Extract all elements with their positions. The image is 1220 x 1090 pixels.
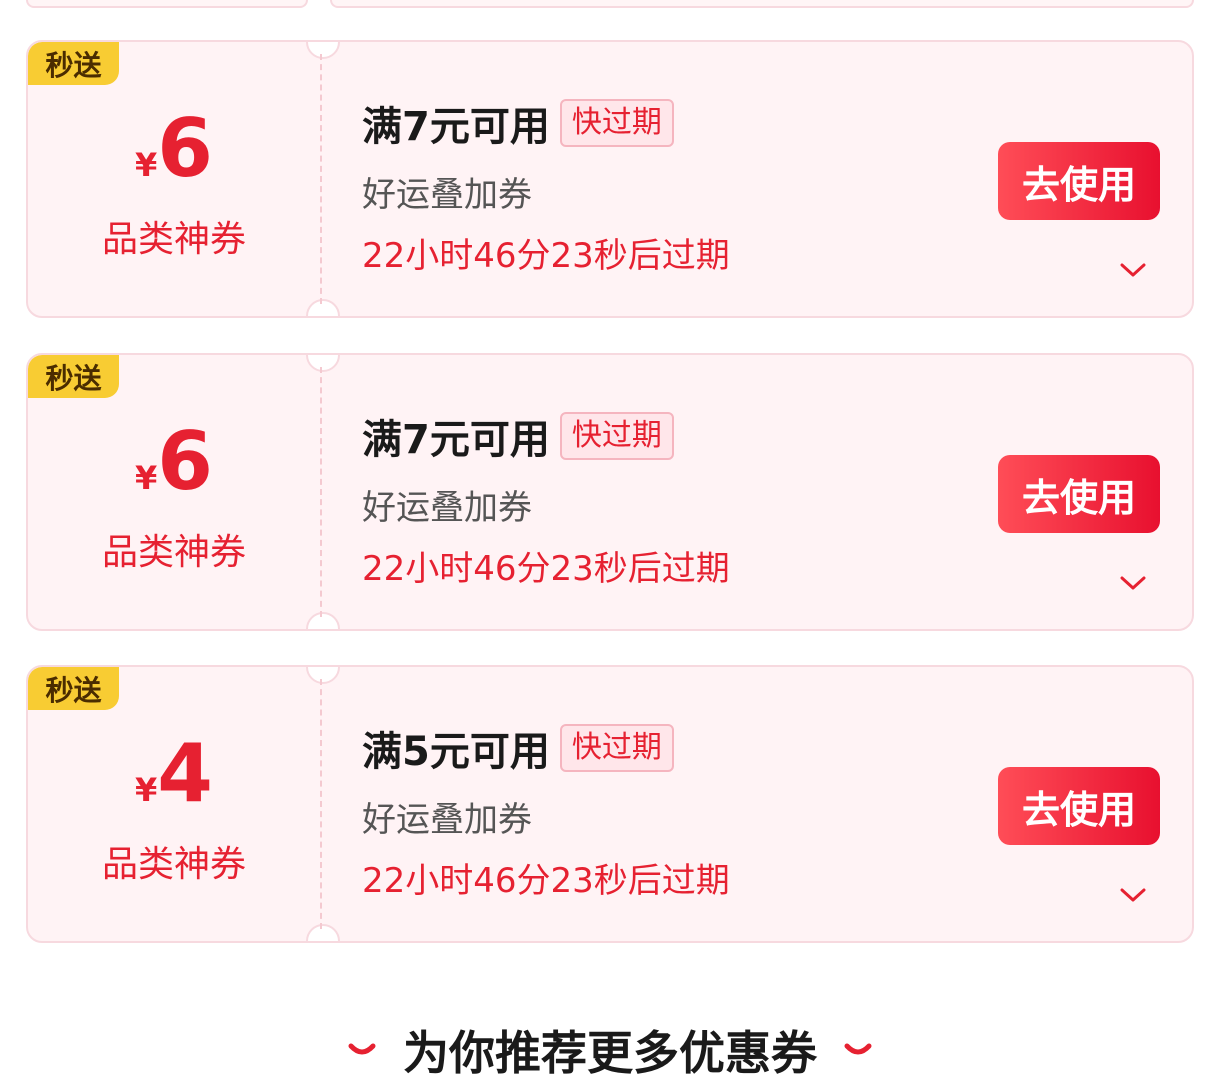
ticket-notch-bottom [306,299,340,316]
dashed-divider [320,679,322,929]
expiry-countdown: 22小时46分23秒后过期 [362,861,730,901]
dashed-divider [320,367,322,617]
currency-symbol: ¥ [135,146,158,184]
amount-value: 4 [157,727,213,820]
coupon-amount: ¥6 [28,104,320,194]
dashed-divider [320,54,322,304]
previous-coupon-right-stub [330,0,1194,8]
coupon-tag: 秒送 [28,42,119,85]
use-coupon-button[interactable]: 去使用 [998,455,1160,533]
chevron-down-icon[interactable] [1118,885,1148,905]
chevron-down-icon[interactable] [1118,573,1148,593]
ticket-notch-top [306,42,340,59]
coupon-title-row: 满7元可用 快过期 [362,94,674,152]
coupon-condition: 满7元可用 [362,417,550,463]
chevron-down-icon[interactable] [1118,260,1148,280]
amount-value: 6 [157,102,213,195]
ticket-notch-top [306,355,340,372]
coupon-amount: ¥6 [28,417,320,507]
expiring-badge: 快过期 [559,724,674,772]
coupon-card: 秒送 ¥6 品类神券 满7元可用 快过期 好运叠加券 22小时46分23秒后过期… [26,40,1194,318]
coupon-type: 好运叠加券 [362,175,532,215]
coupon-category: 品类神券 [101,844,246,885]
expiry-countdown: 22小时46分23秒后过期 [362,549,730,589]
coupon-amount: ¥4 [28,729,320,819]
ticket-notch-top [306,667,340,684]
coupon-condition: 满7元可用 [362,104,550,150]
recommend-section-header: 为你推荐更多优惠券 [0,1020,1220,1080]
coupon-card: 秒送 ¥6 品类神券 满7元可用 快过期 好运叠加券 22小时46分23秒后过期… [26,353,1194,631]
coupon-condition: 满5元可用 [362,729,550,775]
coupon-type: 好运叠加券 [362,800,532,840]
coupon-title-row: 满5元可用 快过期 [362,719,674,777]
ticket-notch-bottom [306,612,340,629]
coupon-type: 好运叠加券 [362,488,532,528]
ticket-notch-bottom [306,924,340,941]
coupon-title-row: 满7元可用 快过期 [362,407,674,465]
smile-decoration-icon [844,1043,872,1055]
expiry-countdown: 22小时46分23秒后过期 [362,236,730,276]
coupon-card: 秒送 ¥4 品类神券 满5元可用 快过期 好运叠加券 22小时46分23秒后过期… [26,665,1194,943]
coupon-tag: 秒送 [28,667,119,710]
coupon-category: 品类神券 [101,532,246,573]
smile-decoration-icon [348,1043,376,1055]
coupon-category: 品类神券 [101,219,246,260]
previous-coupon-left-stub [26,0,308,8]
currency-symbol: ¥ [135,771,158,809]
use-coupon-button[interactable]: 去使用 [998,767,1160,845]
recommend-section-title: 为你推荐更多优惠券 [403,1026,817,1080]
use-coupon-button[interactable]: 去使用 [998,142,1160,220]
currency-symbol: ¥ [135,459,158,497]
expiring-badge: 快过期 [559,99,674,147]
coupon-tag: 秒送 [28,355,119,398]
expiring-badge: 快过期 [559,412,674,460]
amount-value: 6 [157,415,213,508]
